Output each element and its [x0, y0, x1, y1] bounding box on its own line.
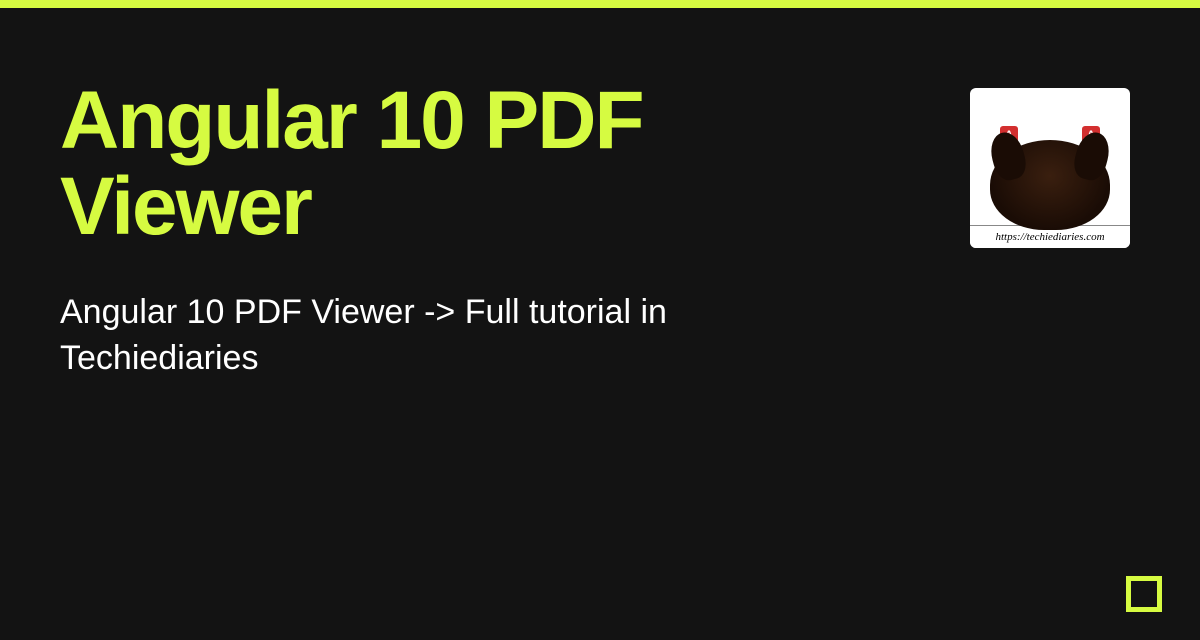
dog-mascot-icon: [990, 140, 1110, 230]
text-column: Angular 10 PDF Viewer Angular 10 PDF Vie…: [60, 78, 760, 382]
site-avatar: A A https://techiediaries.com: [970, 88, 1130, 248]
main-content: Angular 10 PDF Viewer Angular 10 PDF Vie…: [0, 8, 1200, 382]
avatar-column: A A https://techiediaries.com: [970, 88, 1130, 248]
page-title: Angular 10 PDF Viewer: [60, 78, 760, 250]
top-accent-bar: [0, 0, 1200, 8]
corner-square-icon: [1126, 576, 1162, 612]
page-description: Angular 10 PDF Viewer -> Full tutorial i…: [60, 290, 760, 382]
